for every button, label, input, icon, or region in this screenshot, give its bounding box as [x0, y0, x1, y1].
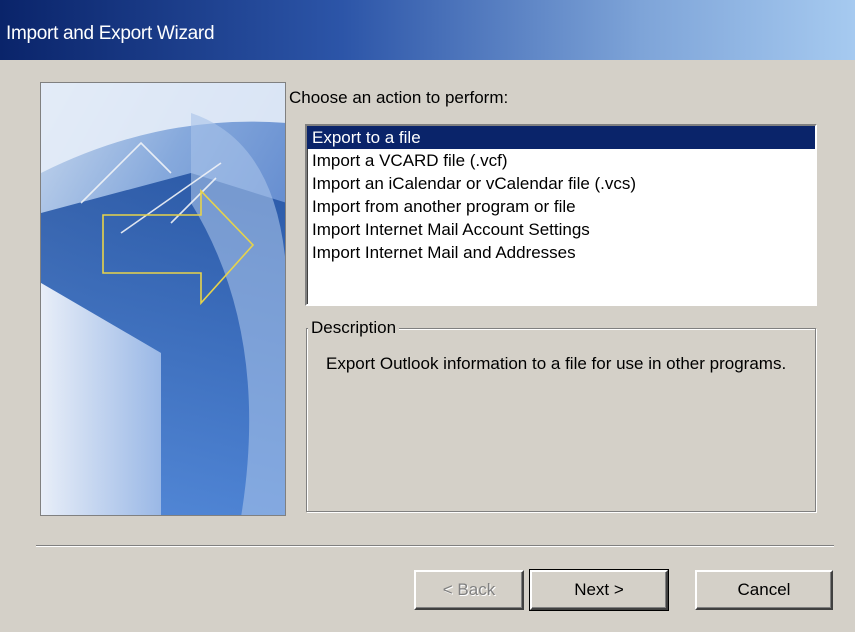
list-item-import-mail-account-settings[interactable]: Import Internet Mail Account Settings: [307, 218, 815, 241]
list-item-import-icalendar[interactable]: Import an iCalendar or vCalendar file (.…: [307, 172, 815, 195]
import-export-wizard-dialog: Import and Export Wizard Choose an actio…: [0, 0, 855, 632]
description-text: Export Outlook information to a file for…: [326, 354, 787, 373]
window-title: Import and Export Wizard: [6, 23, 215, 44]
button-separator: [36, 545, 834, 547]
list-item-import-mail-and-addresses[interactable]: Import Internet Mail and Addresses: [307, 241, 815, 264]
list-item-import-vcard[interactable]: Import a VCARD file (.vcf): [307, 149, 815, 172]
choose-action-text: Choose an action to perform:: [289, 88, 509, 107]
choose-action-label: Choose an action to perform:: [289, 88, 508, 108]
next-button[interactable]: Next >: [529, 569, 669, 611]
wizard-illustration: [40, 82, 286, 516]
description-legend: Description: [308, 318, 400, 338]
title-bar[interactable]: Import and Export Wizard: [0, 0, 855, 60]
list-item-export-to-file[interactable]: Export to a file: [307, 126, 815, 149]
action-listbox[interactable]: Export to a file Import a VCARD file (.v…: [305, 124, 817, 306]
cancel-button[interactable]: Cancel: [695, 570, 833, 610]
back-button[interactable]: < Back: [414, 570, 524, 610]
list-item-import-from-program[interactable]: Import from another program or file: [307, 195, 815, 218]
